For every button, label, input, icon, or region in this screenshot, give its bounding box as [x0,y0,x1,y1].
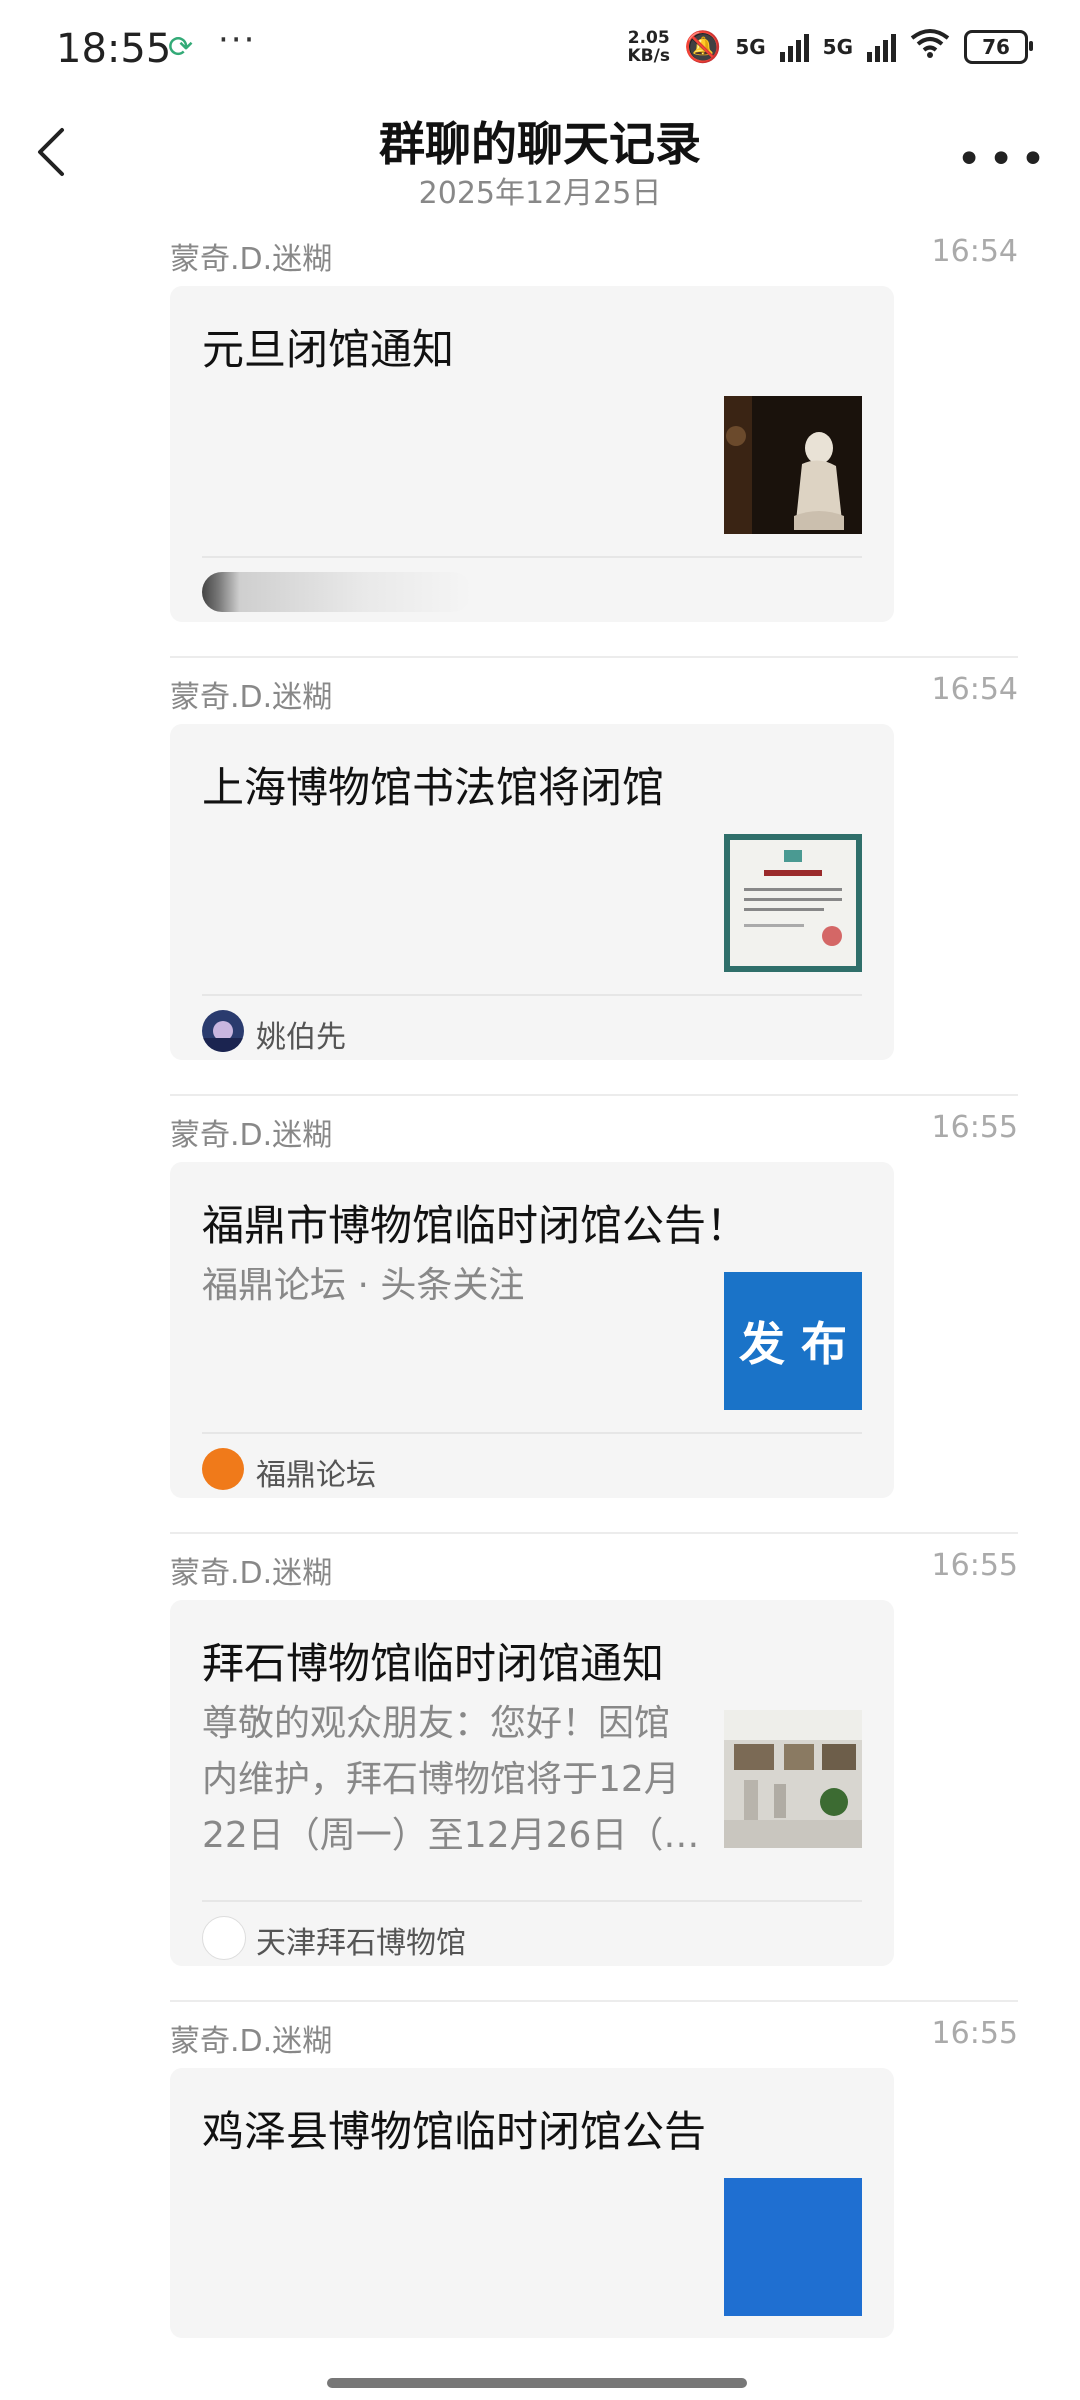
page-date: 2025年12月25日 [418,176,662,211]
status-time: 18:55 [56,26,172,72]
sender-name: 蒙奇.D.迷糊 [170,1556,333,1591]
source-name: 福鼎论坛 [256,1458,376,1493]
message-time: 16:55 [931,1110,1018,1145]
home-indicator[interactable] [327,2378,747,2388]
article-thumbnail [724,1710,862,1848]
article-thumbnail [724,834,862,972]
network-speed-unit: KB/s [627,46,670,66]
message-time: 16:54 [931,234,1018,269]
article-summary: 福鼎论坛 · 头条关注 [202,1265,525,1306]
source-avatar [202,1916,246,1960]
signal-label-2: 5G [822,35,853,59]
wifi-icon [910,28,950,66]
article-card[interactable]: 鸡泽县博物馆临时闭馆公告 [170,2068,894,2338]
header: 群聊的聊天记录 2025年12月25日 ••• [0,100,1080,220]
network-speed: 2.05 KB/s [627,29,669,65]
chat-record-list: 蒙奇.D.迷糊 16:54 元旦闭馆通知 蒙奇.D.迷糊 16:54 上海博物馆… [0,220,1080,2338]
article-summary: 尊敬的观众朋友：您好！因馆内维护，拜石博物馆将于12月22日（周一）至12月26… [202,1703,700,1856]
article-card[interactable]: 拜石博物馆临时闭馆通知 尊敬的观众朋友：您好！因馆内维护，拜石博物馆将于12月2… [170,1600,894,1966]
signal-label-1: 5G [735,35,766,59]
article-title: 拜石博物馆临时闭馆通知 [202,1639,665,1688]
sender-name: 蒙奇.D.迷糊 [170,680,333,715]
article-thumbnail [724,396,862,534]
network-speed-value: 2.05 [627,28,670,48]
article-card[interactable]: 元旦闭馆通知 [170,286,894,622]
page-title: 群聊的聊天记录 [379,117,701,171]
message-time: 16:55 [931,1548,1018,1583]
message-time: 16:55 [931,2016,1018,2051]
message-item: 蒙奇.D.迷糊 16:54 上海博物馆书法馆将闭馆 姚伯先 [170,656,1018,1094]
message-item: 蒙奇.D.迷糊 16:55 福鼎市博物馆临时闭馆公告！ 福鼎论坛 · 头条关注 … [170,1094,1018,1532]
battery-level: 76 [982,35,1010,59]
sync-icon: ⟳ [168,30,194,65]
message-item: 蒙奇.D.迷糊 16:55 鸡泽县博物馆临时闭馆公告 [170,2000,1018,2338]
battery-icon: 76 [964,30,1033,64]
article-title: 元旦闭馆通知 [202,325,455,374]
article-card[interactable]: 福鼎市博物馆临时闭馆公告！ 福鼎论坛 · 头条关注 发 布 福鼎论坛 [170,1162,894,1498]
sender-name: 蒙奇.D.迷糊 [170,1118,333,1153]
article-card[interactable]: 上海博物馆书法馆将闭馆 姚伯先 [170,724,894,1060]
signal-icon-2 [867,32,896,62]
article-title: 福鼎市博物馆临时闭馆公告！ [202,1201,749,1250]
article-title: 上海博物馆书法馆将闭馆 [202,763,665,812]
article-thumbnail: 发 布 [724,1272,862,1410]
article-thumbnail [724,2178,862,2316]
status-bar: 18:55 ⟳ ··· 2.05 KB/s 🔕 5G 5G 76 [0,0,1080,100]
source-name: 姚伯先 [256,1020,346,1055]
message-time: 16:54 [931,672,1018,707]
article-title: 鸡泽县博物馆临时闭馆公告 [202,2107,707,2156]
status-more-icon: ··· [218,20,257,60]
source-name: 天津拜石博物馆 [256,1926,466,1961]
signal-icon-1 [779,32,809,62]
source-blurred [202,572,472,612]
sender-name: 蒙奇.D.迷糊 [170,242,333,277]
source-avatar [202,1448,244,1490]
sender-name: 蒙奇.D.迷糊 [170,2024,333,2059]
more-options-button[interactable]: ••• [956,134,1052,185]
message-item: 蒙奇.D.迷糊 16:55 拜石博物馆临时闭馆通知 尊敬的观众朋友：您好！因馆内… [170,1532,1018,2000]
thumbnail-text: 发 布 [738,1317,847,1371]
source-avatar [202,1010,244,1052]
mute-icon: 🔕 [683,29,722,65]
message-item: 蒙奇.D.迷糊 16:54 元旦闭馆通知 [170,220,1018,656]
